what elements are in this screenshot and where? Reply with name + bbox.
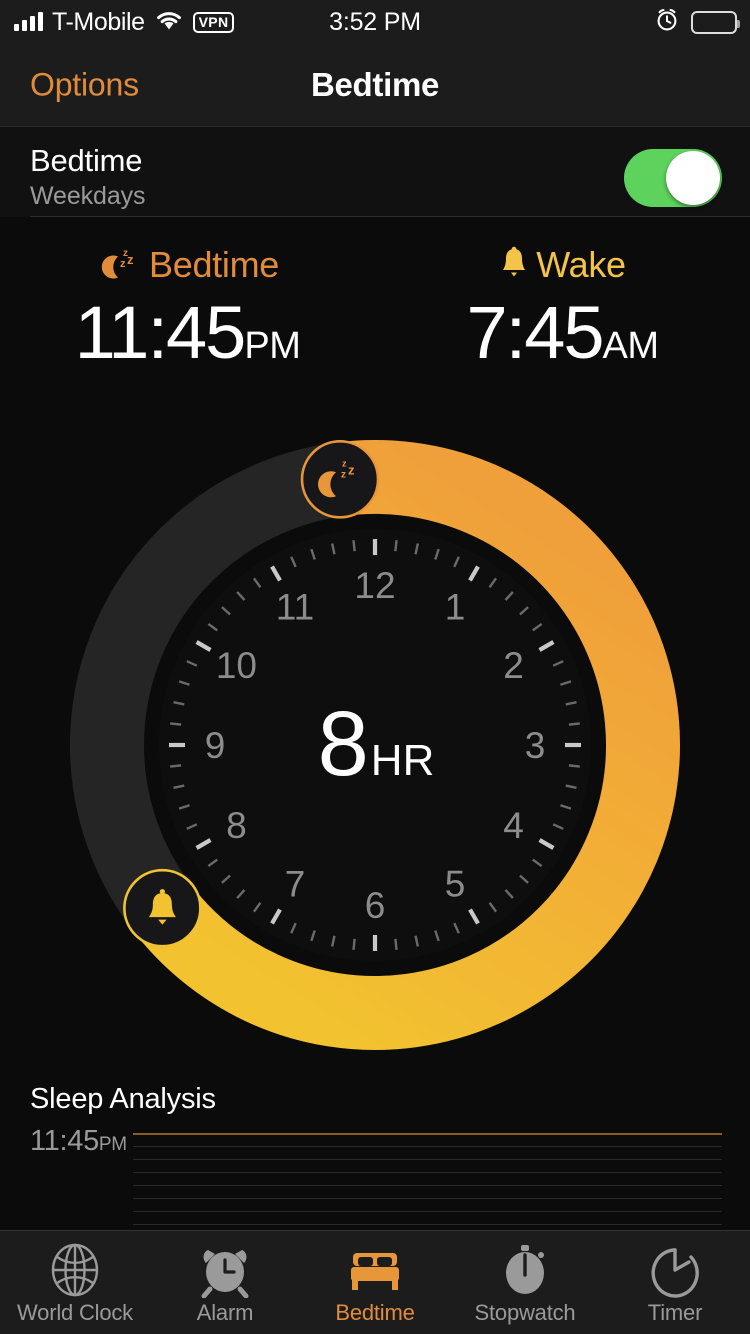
bedtime-row-subtitle: Weekdays (30, 182, 146, 210)
sleep-grid-line (133, 1211, 722, 1212)
sleep-grid-line (133, 1172, 722, 1173)
tab-timer[interactable]: Timer (600, 1231, 750, 1334)
dial-hour-number: 8 (226, 805, 247, 846)
status-bar-right (654, 0, 740, 44)
sleep-grid-line (133, 1224, 722, 1225)
sleep-duration-value: 8 (318, 693, 369, 795)
tab-label-timer: Timer (647, 1299, 703, 1325)
globe-icon (49, 1243, 101, 1296)
dial-tick-minor (568, 764, 580, 768)
bedtime-row-title: Bedtime (30, 143, 143, 178)
dial-tick-minor (352, 540, 356, 552)
tab-world-clock[interactable]: World Clock (0, 1231, 150, 1334)
sleep-analysis-title: Sleep Analysis (30, 1083, 216, 1115)
zzz-glyph: z (342, 458, 347, 468)
wake-clock-text: 7:45 (466, 291, 604, 374)
sleep-axis-meridiem: PM (98, 1134, 127, 1155)
sleep-grid-line (133, 1159, 722, 1160)
sleep-duration-unit: HR (371, 736, 435, 785)
svg-text:z: z (120, 258, 126, 270)
status-bar: T-Mobile VPN 3:52 PM (0, 0, 750, 44)
moon-zzz-icon: z z z (96, 243, 142, 288)
sleep-analysis-section[interactable]: Sleep Analysis 11:45PM (0, 1075, 750, 1233)
bedtime-meridiem: PM (244, 325, 301, 367)
sleep-grid-line (133, 1185, 722, 1186)
tab-label-stopwatch: Stopwatch (474, 1299, 576, 1325)
sleep-grid-line (133, 1146, 722, 1147)
alarm-clock-icon (199, 1244, 251, 1298)
status-bar-clock: 3:52 PM (0, 0, 750, 44)
tab-alarm[interactable]: Alarm (150, 1231, 300, 1334)
tab-stopwatch[interactable]: Stopwatch (450, 1231, 600, 1334)
sleep-grid-line (133, 1133, 722, 1135)
wake-meridiem: AM (602, 325, 660, 367)
sleep-grid-line (133, 1198, 722, 1199)
dial-tick-minor (568, 722, 580, 726)
dial-hour-number: 6 (365, 885, 386, 926)
page-title: Bedtime (310, 66, 440, 103)
battery-icon (691, 10, 740, 34)
tab-bedtime[interactable]: Bedtime (300, 1231, 450, 1334)
zzz-glyph: z (348, 462, 355, 477)
wake-value: 7:45AM (375, 296, 750, 370)
toggle-knob (666, 151, 720, 205)
dial-hour-number: 11 (276, 586, 314, 627)
svg-text:z: z (127, 252, 134, 267)
bell-icon (499, 245, 529, 286)
zzz-glyph: z (341, 469, 346, 480)
bedtime-value: 11:45PM (0, 296, 375, 370)
navigation-bar: Options Bedtime (0, 44, 750, 127)
sleep-analysis-grid (133, 1133, 722, 1233)
dial-tick-minor (170, 764, 182, 768)
tab-label-alarm: Alarm (196, 1299, 254, 1325)
wake-heading-label: Wake (536, 244, 626, 285)
schedule-times: z z z Bedtime 11:45PM Wake 7:45AM (0, 240, 750, 415)
dial-hour-number: 12 (354, 565, 395, 606)
wake-heading: Wake (375, 240, 750, 290)
bell-handle-icon[interactable] (123, 868, 202, 948)
dial-tick-minor (352, 938, 356, 950)
dial-hour-number: 4 (503, 805, 524, 846)
sleep-analysis-axis-label: 11:45PM (30, 1125, 127, 1158)
stopwatch-icon (499, 1244, 551, 1296)
bell-top-glyph (159, 889, 165, 895)
bedtime-heading: z z z Bedtime (0, 240, 375, 290)
sleep-axis-time: 11:45 (30, 1125, 99, 1157)
bedtime-clock-text: 11:45 (74, 291, 247, 374)
moon-zzz-handle-icon[interactable]: z zz (300, 439, 380, 519)
sleep-dial-svg[interactable]: 121234567891011 z zz 8 HR (55, 425, 695, 1065)
dial-hour-number: 9 (205, 725, 226, 766)
tab-label-world-clock: World Clock (17, 1299, 133, 1325)
dial-hour-number: 2 (503, 645, 524, 686)
dial-hour-number: 3 (525, 725, 546, 766)
dial-hour-number: 5 (445, 864, 466, 905)
dial-hour-number: 1 (445, 586, 466, 627)
handle-circle (300, 439, 380, 519)
timer-icon (649, 1244, 701, 1298)
status-bar-time: 3:52 PM (329, 7, 421, 36)
alarm-clock-icon (654, 7, 680, 38)
dial-tick-minor (170, 722, 182, 726)
tab-bar: World Clock Alarm Bedtime Stopwatch Time… (0, 1230, 750, 1334)
dial-hour-number: 7 (285, 864, 306, 905)
bedtime-heading-label: Bedtime (149, 244, 279, 285)
dial-tick-minor (394, 938, 398, 950)
bedtime-schedule-row[interactable]: Bedtime Weekdays (0, 127, 750, 217)
bedtime-enable-toggle[interactable] (624, 149, 722, 207)
bedtime-time-column[interactable]: z z z Bedtime 11:45PM (0, 240, 375, 370)
tab-label-bedtime: Bedtime (335, 1299, 415, 1325)
sleep-dial-container: 12 1 2 3 4 5 6 7 8 9 10 11 zzz 8 HR (0, 425, 750, 1090)
phone-screen: T-Mobile VPN 3:52 PM Options Bedtime Bed… (0, 0, 750, 1334)
dial-hour-number: 10 (216, 645, 257, 686)
sleep-dial[interactable]: 12 1 2 3 4 5 6 7 8 9 10 11 zzz 8 HR (55, 425, 695, 1065)
dial-tick-minor (394, 540, 398, 552)
wake-time-column[interactable]: Wake 7:45AM (375, 240, 750, 370)
bed-icon (347, 1244, 403, 1296)
